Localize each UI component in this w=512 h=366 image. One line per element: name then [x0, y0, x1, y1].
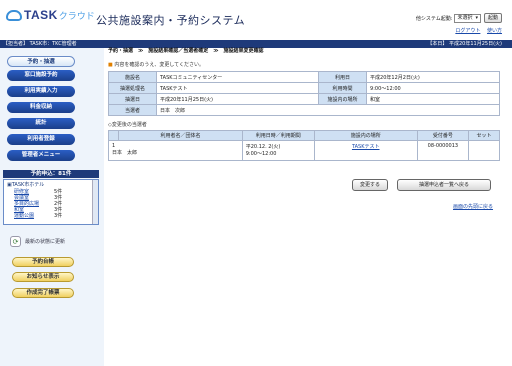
menu-usage-input[interactable]: 利用実績入力 — [7, 86, 75, 97]
user-info: 【担当者】 TASK市：TKC管理者 — [3, 41, 77, 47]
table-row: 抽選処理名 TASKテスト 利用時間 9:00〜12:00 — [108, 82, 500, 94]
menu-reservation-lottery[interactable]: 予約・抽選 — [7, 56, 75, 67]
help-link[interactable]: 使い方 — [487, 28, 502, 34]
table-row: 当選者 日本 次郎 — [108, 104, 500, 116]
reservation-list-box: ▣TASK市ホテル 研修室 5件 会議室 3件 多目的広場 2件 和室 3件 運動公園 3… — [3, 179, 99, 225]
menu-fee-collection[interactable]: 料金収納 — [7, 102, 75, 113]
place-link[interactable]: TASKテスト — [352, 144, 380, 150]
confirm-note: 内容を確認のうえ、変更してください。 — [114, 62, 205, 68]
list-item: 運動公園 3件 — [14, 213, 63, 219]
menu-counter-reservation[interactable]: 窓口施設予約 — [7, 70, 75, 81]
table-header-row: 利用者名／団体名 利用日時／利用期間 施設内の場所 受付番号 セット — [107, 130, 500, 141]
winner-table: 利用者名／団体名 利用日時／利用期間 施設内の場所 受付番号 セット 1 日本 太… — [107, 130, 500, 161]
completed-report-button[interactable]: 作成完了帳票 — [12, 288, 74, 298]
back-to-top-link[interactable]: 画面の先頭に戻る — [453, 203, 493, 210]
today-date: 【本日】 平成20年11月25日(火) — [427, 41, 502, 47]
logout-link[interactable]: ログアウト — [455, 28, 480, 34]
back-to-list-button[interactable]: 抽選申込者一覧へ戻る — [397, 179, 491, 191]
facility-room-link[interactable]: 運動公園 — [14, 213, 54, 219]
table-row: 1 日本 太郎 平20.12. 2(火) 9:00〜12:00 TASKテスト 08… — [108, 140, 500, 161]
breadcrumb: 予約・抽選 ≫ 施設結果確認／当選者確定 ≫ 施設結果変更確認 — [108, 48, 264, 54]
winner-name: 日本 太郎 — [112, 150, 138, 156]
refresh-control[interactable]: ⟳ 最新の状態に更新 — [10, 236, 65, 247]
change-button[interactable]: 変更する — [352, 179, 388, 191]
table-row: 抽選日 平成20年11月25日(火) 施設内の場所 和室 — [108, 93, 500, 105]
system-title: 公共施設案内・予約システム — [96, 14, 246, 27]
main-content: ■ 内容を確認のうえ、変更してください。 施設名 TASKコミュニティセンター 利用… — [107, 61, 500, 161]
menu-statistics[interactable]: 統計 — [7, 118, 75, 129]
task-cloud-logo: TASK クラウド — [6, 8, 95, 22]
launch-button[interactable]: 起動 — [483, 13, 502, 23]
notice-display-button[interactable]: お知らせ表示 — [12, 272, 74, 282]
info-table: 施設名 TASKコミュニティセンター 利用日 平成20年12月2日(火) 抽選処理名 T… — [108, 71, 500, 116]
header: TASK クラウド 公共施設案内・予約システム 他システム起動: 未選択 ▾ 起動… — [0, 0, 512, 40]
other-system-select[interactable]: 未選択 ▾ — [454, 13, 481, 23]
after-section-title: ◇変更後の当選者 — [108, 122, 147, 128]
menu-user-registration[interactable]: 利用者登録 — [7, 134, 75, 145]
list-scrollbar[interactable] — [92, 180, 98, 224]
table-row: 施設名 TASKコミュニティセンター 利用日 平成20年12月2日(火) — [108, 71, 500, 83]
reservation-count-title: 予約申込：81件 — [3, 170, 99, 178]
other-system-label: 他システム起動: — [415, 15, 453, 22]
menu-admin[interactable]: 管理者メニュー — [7, 150, 75, 161]
reservation-ledger-button[interactable]: 予約台帳 — [12, 257, 74, 267]
cloud-icon — [6, 9, 22, 21]
refresh-icon[interactable]: ⟳ — [10, 236, 21, 247]
facility-name: TASK市ホテル — [11, 182, 45, 188]
bullet-icon: ■ — [108, 62, 113, 68]
